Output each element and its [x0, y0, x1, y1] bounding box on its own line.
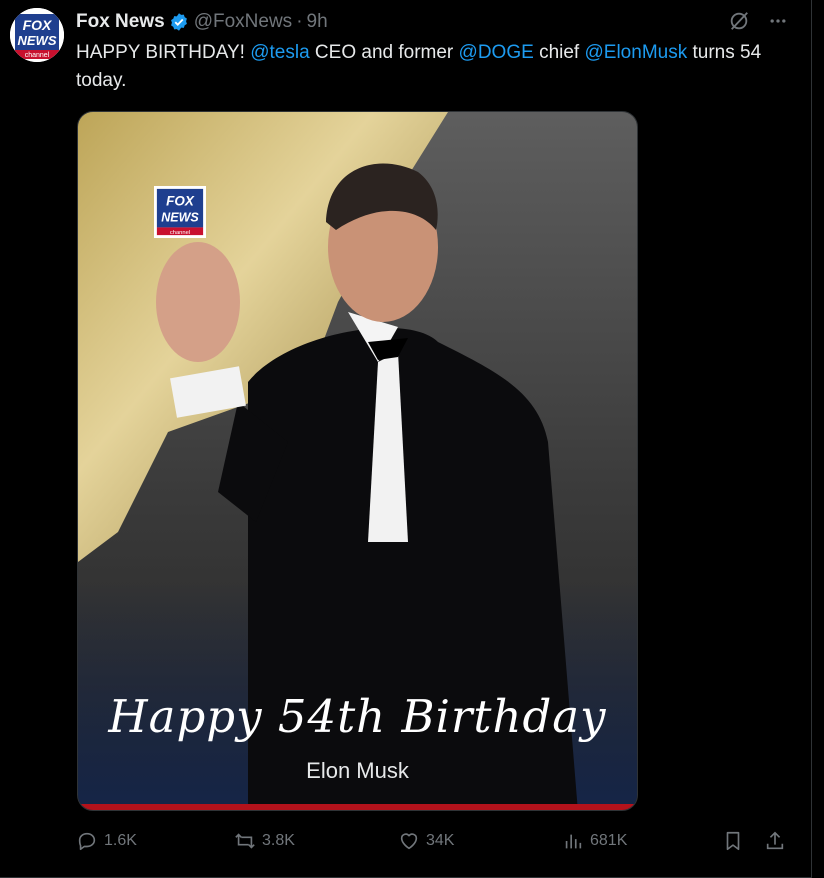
- grok-icon: [730, 12, 748, 30]
- media-headline: Happy 54th Birthday: [108, 690, 607, 743]
- mention-tesla-link[interactable]: @tesla: [250, 42, 309, 63]
- media-subtitle: Elon Musk: [306, 758, 409, 783]
- share-button[interactable]: [764, 830, 786, 852]
- fox-news-logo-icon: FOX NEWS channel: [10, 8, 64, 62]
- tweet-text-segment: chief: [533, 42, 585, 63]
- share-icon: [766, 831, 784, 850]
- mention-doge-link[interactable]: @DOGE: [459, 42, 534, 63]
- svg-text:NEWS: NEWS: [161, 211, 199, 225]
- mention-elonmusk-link[interactable]: @ElonMusk: [585, 42, 688, 63]
- views-count: 681K: [590, 832, 628, 849]
- tweet-timestamp[interactable]: 9h: [307, 11, 328, 33]
- tweet-header: Fox News @FoxNews · 9h: [76, 10, 328, 34]
- bookmark-button[interactable]: [722, 830, 744, 852]
- like-button[interactable]: 34K: [398, 830, 454, 852]
- svg-text:FOX: FOX: [166, 193, 195, 208]
- reply-button[interactable]: 1.6K: [76, 830, 137, 852]
- author-handle[interactable]: @FoxNews: [194, 11, 292, 33]
- tweet-text-segment: HAPPY BIRTHDAY!: [76, 42, 251, 63]
- like-icon: [400, 833, 418, 850]
- svg-text:channel: channel: [25, 52, 50, 59]
- views-button[interactable]: 681K: [562, 830, 627, 852]
- tweet-top-actions: [728, 10, 788, 32]
- tweet-text: HAPPY BIRTHDAY! @tesla CEO and former @D…: [76, 39, 796, 95]
- repost-button[interactable]: 3.8K: [234, 830, 295, 852]
- author-name[interactable]: Fox News: [76, 11, 165, 33]
- svg-text:FOX: FOX: [23, 17, 53, 33]
- reply-count: 1.6K: [104, 832, 137, 849]
- verified-icon: [170, 13, 187, 31]
- media-red-strip: [78, 804, 637, 810]
- repost-icon: [235, 833, 255, 849]
- reply-icon: [78, 832, 96, 851]
- like-count: 34K: [426, 832, 455, 849]
- bookmark-icon: [726, 831, 740, 851]
- more-icon: [770, 19, 786, 23]
- author-avatar[interactable]: FOX NEWS channel: [10, 8, 64, 62]
- tweet-media-image[interactable]: FOX NEWS channel Happy 54th Birthday Elo…: [77, 111, 638, 811]
- timeline-border: [811, 0, 812, 878]
- svg-text:channel: channel: [170, 230, 190, 236]
- tweet-action-bar: 1.6K 3.8K 34K 681K: [76, 830, 788, 858]
- svg-text:NEWS: NEWS: [18, 33, 57, 48]
- tweet-text-segment: CEO and former: [309, 42, 459, 63]
- repost-count: 3.8K: [262, 832, 295, 849]
- media-fox-news-logo-icon: FOX NEWS channel: [154, 186, 206, 238]
- header-separator: ·: [296, 11, 303, 32]
- views-icon: [565, 834, 582, 849]
- grok-button[interactable]: [728, 10, 750, 32]
- more-options-button[interactable]: [768, 11, 788, 31]
